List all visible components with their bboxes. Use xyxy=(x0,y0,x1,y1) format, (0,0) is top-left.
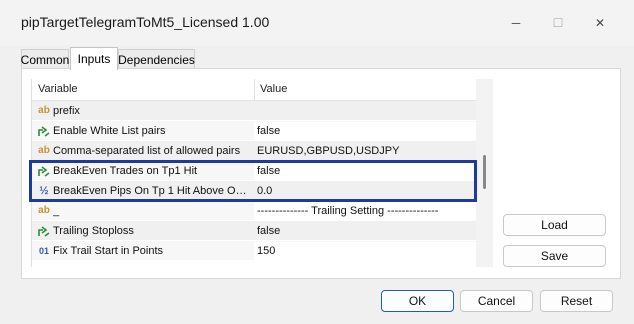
value-field[interactable]: 0.0 xyxy=(257,185,475,201)
value-field[interactable] xyxy=(257,105,475,121)
value-field[interactable]: EURUSD,GBPUSD,USDJPY xyxy=(257,145,475,161)
variable-column-header[interactable]: Variable xyxy=(38,83,78,95)
close-button[interactable]: ✕ xyxy=(578,6,622,40)
inputs-grid: Variable Value ab prefix Enable White List… xyxy=(31,79,476,267)
variable-name: BreakEven Trades on Tp1 Hit xyxy=(53,165,198,177)
string-icon: ab xyxy=(38,145,50,156)
tab-inputs[interactable]: Inputs xyxy=(70,47,118,70)
grid-row[interactable]: BreakEven Trades on Tp1 Hit false xyxy=(32,161,476,181)
bool-icon xyxy=(37,224,51,238)
variable-name: _ xyxy=(53,205,60,217)
tab-bar: Common Inputs Dependencies xyxy=(21,47,621,70)
grid-row[interactable]: Enable White List pairs false xyxy=(32,121,476,141)
variable-name: prefix xyxy=(53,105,80,117)
grid-scrollbar[interactable] xyxy=(476,79,493,267)
title-bar: pipTargetTelegramToMt5_Licensed 1.00 ─ ☐… xyxy=(0,0,634,46)
ok-button[interactable]: OK xyxy=(381,290,454,312)
minimize-icon: ─ xyxy=(511,16,521,30)
int-icon: 01 xyxy=(38,245,49,256)
bool-icon xyxy=(37,124,51,138)
scrollbar-thumb[interactable] xyxy=(483,155,486,189)
string-icon: ab xyxy=(38,105,50,116)
variable-name: Trailing Stoploss xyxy=(53,225,134,237)
tab-dependencies[interactable]: Dependencies xyxy=(118,49,195,69)
grid-header: Variable Value xyxy=(32,79,476,101)
column-divider[interactable] xyxy=(254,79,255,101)
grid-row[interactable]: 01 Fix Trail Start in Points 150 xyxy=(32,241,476,261)
value-field[interactable]: false xyxy=(257,165,475,181)
save-button[interactable]: Save xyxy=(503,245,606,267)
grid-row[interactable]: ab _ -------------- Trailing Setting -----… xyxy=(32,201,476,221)
value-field[interactable]: -------------- Trailing Setting --------… xyxy=(257,205,475,221)
tab-common[interactable]: Common xyxy=(21,49,69,69)
grid-row[interactable]: Trailing Stoploss false xyxy=(32,221,476,241)
variable-name: Fix Trail Start in Points xyxy=(53,245,164,257)
variable-name: Comma-separated list of allowed pairs xyxy=(53,145,241,157)
variable-name: BreakEven Pips On Tp 1 Hit Above Op… xyxy=(53,185,249,197)
close-icon: ✕ xyxy=(594,16,606,30)
bool-icon xyxy=(37,164,51,178)
string-icon: ab xyxy=(38,205,50,216)
double-icon: ½ xyxy=(39,184,49,197)
window-title: pipTargetTelegramToMt5_Licensed 1.00 xyxy=(21,14,270,30)
load-button[interactable]: Load xyxy=(503,214,606,236)
value-field[interactable]: false xyxy=(257,125,475,141)
minimize-button[interactable]: ─ xyxy=(494,6,538,40)
variable-name: Enable White List pairs xyxy=(53,125,166,137)
maximize-icon: ☐ xyxy=(552,16,564,30)
maximize-button[interactable]: ☐ xyxy=(536,6,580,40)
cancel-button[interactable]: Cancel xyxy=(460,290,533,312)
reset-button[interactable]: Reset xyxy=(540,290,613,312)
grid-row[interactable]: ½ BreakEven Pips On Tp 1 Hit Above Op… 0.0 xyxy=(32,181,476,201)
grid-row[interactable]: ab Comma-separated list of allowed pairs E… xyxy=(32,141,476,161)
grid-row[interactable]: ab prefix xyxy=(32,101,476,121)
value-field[interactable]: false xyxy=(257,225,475,241)
value-column-header[interactable]: Value xyxy=(260,83,287,95)
value-field[interactable]: 150 xyxy=(257,245,475,261)
